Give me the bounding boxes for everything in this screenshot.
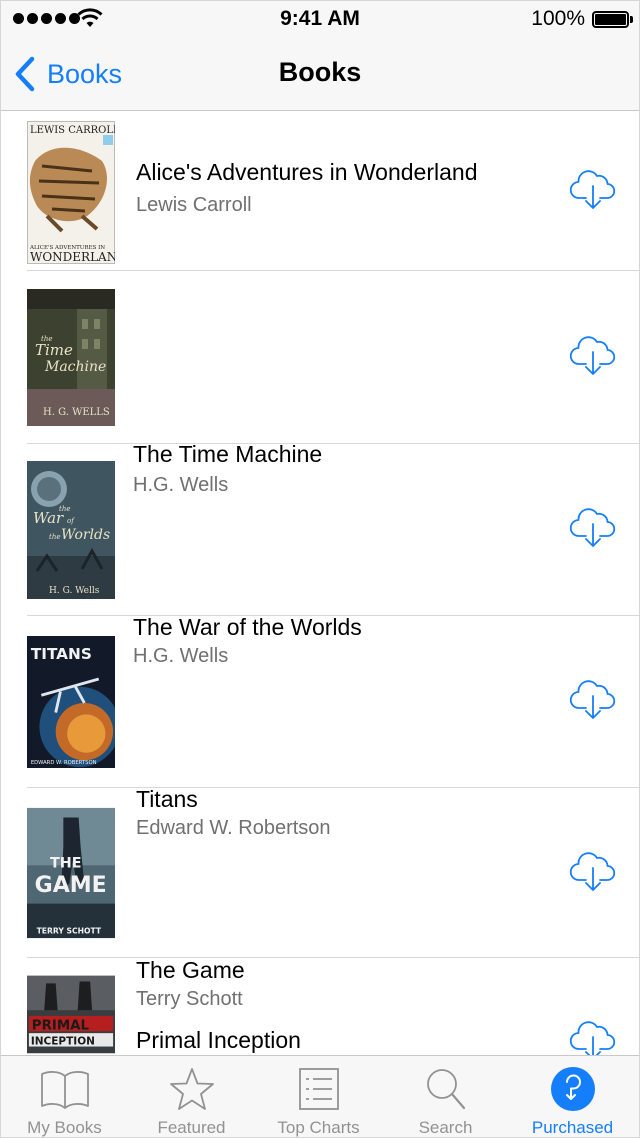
svg-text:Machine: Machine [44,359,106,375]
tab-top-charts[interactable]: Top Charts [255,1056,382,1137]
titans-cover-art: TITANS EDWARD W. ROBERTSON [27,636,115,768]
book-row[interactable]: TITANS EDWARD W. ROBERTSON Titans Edward… [1,616,639,839]
book-cover-alice: LEWIS CARROLL ALICE'S ADVENTURES IN WOND… [27,121,115,264]
tab-bar: My Books Featured Top Charts Search Purc… [1,1055,639,1137]
book-row[interactable]: LEWIS CARROLL ALICE'S ADVENTURES IN WOND… [1,111,639,271]
book-row[interactable]: the War of the Worlds H. G. Wells The Wa… [1,444,639,667]
svg-text:War: War [33,509,64,527]
book-cover-the-game: THE GAME TERRY SCHOTT [27,805,115,941]
book-author: Lewis Carroll [136,194,252,216]
star-icon [170,1068,214,1110]
page-title: Books [278,57,362,87]
download-button[interactable] [569,506,617,550]
time-machine-cover-art: the Time Machine H. G. WELLS [27,289,115,426]
tab-purchased[interactable]: Purchased [509,1056,636,1137]
svg-text:WONDERLAND: WONDERLAND [30,250,115,264]
tab-label: Purchased [531,1118,614,1137]
tab-label: Search [418,1118,473,1137]
svg-text:TITANS: TITANS [31,645,92,663]
battery-icon [592,11,633,28]
book-title: Alice's Adventures in Wonderland [136,159,478,185]
cloud-download-icon [569,852,616,891]
book-title: Primal Inception [136,1027,301,1053]
download-button[interactable] [569,678,617,722]
svg-text:EDWARD W. ROBERTSON: EDWARD W. ROBERTSON [31,760,97,766]
svg-text:THE: THE [50,855,82,871]
navigation-bar: Books Books [1,39,639,111]
svg-text:H. G. WELLS: H. G. WELLS [43,407,110,418]
tab-label: My Books [27,1118,102,1137]
cloud-download-icon [569,1021,616,1055]
cloud-download-icon [569,336,616,375]
svg-text:INCEPTION: INCEPTION [31,1036,95,1048]
alice-cover-art: LEWIS CARROLL ALICE'S ADVENTURES IN WOND… [27,121,115,264]
cloud-download-icon [569,508,616,547]
book-cover-war-of-the-worlds: the War of the Worlds H. G. Wells [27,461,115,599]
list-icon [299,1068,339,1110]
tab-label: Top Charts [277,1118,360,1137]
svg-text:Time: Time [35,341,73,359]
status-bar: 9:41 AM 100% [1,1,639,39]
purchased-icon [551,1067,595,1111]
book-cover-time-machine: the Time Machine H. G. WELLS [27,289,115,426]
cloud-download-icon [569,680,616,719]
book-row[interactable]: the Time Machine H. G. WELLS The Time Ma… [1,271,639,496]
tab-search[interactable]: Search [382,1056,509,1137]
book-cover-primal-inception: PRIMAL INCEPTION [27,974,115,1055]
svg-text:PRIMAL: PRIMAL [32,1018,90,1033]
book-cover-titans: TITANS EDWARD W. ROBERTSON [27,633,115,771]
search-icon [427,1069,466,1110]
download-button[interactable] [569,1019,617,1055]
svg-text:Worlds: Worlds [61,527,110,543]
primal-inception-cover-art: PRIMAL INCEPTION [27,975,115,1054]
book-row[interactable]: THE GAME TERRY SCHOTT The Game Terry Sch… [1,788,639,1010]
tab-label: Featured [157,1118,226,1137]
book-row[interactable]: PRIMAL INCEPTION Primal Inception [1,957,639,1055]
svg-text:GAME: GAME [35,873,107,898]
download-button[interactable] [569,850,617,894]
tab-featured[interactable]: Featured [128,1056,255,1137]
book-list: LEWIS CARROLL ALICE'S ADVENTURES IN WOND… [1,111,639,1055]
download-button[interactable] [569,168,617,212]
battery-percentage: 100% [531,7,585,30]
alice-cover-top-text: LEWIS CARROLL [30,125,115,136]
cloud-download-icon [569,170,616,209]
download-button[interactable] [569,334,617,378]
war-of-the-worlds-cover-art: the War of the Worlds H. G. Wells [27,461,115,599]
svg-text:H. G. Wells: H. G. Wells [49,586,100,596]
svg-text:TERRY SCHOTT: TERRY SCHOTT [37,926,102,935]
tab-my-books[interactable]: My Books [1,1056,128,1137]
open-book-icon [41,1071,89,1109]
phone-screen: 9:41 AM 100% Books Books LEWIS CARROLL A… [0,0,640,1138]
the-game-cover-art: THE GAME TERRY SCHOTT [27,807,115,939]
svg-text:the: the [49,533,60,541]
